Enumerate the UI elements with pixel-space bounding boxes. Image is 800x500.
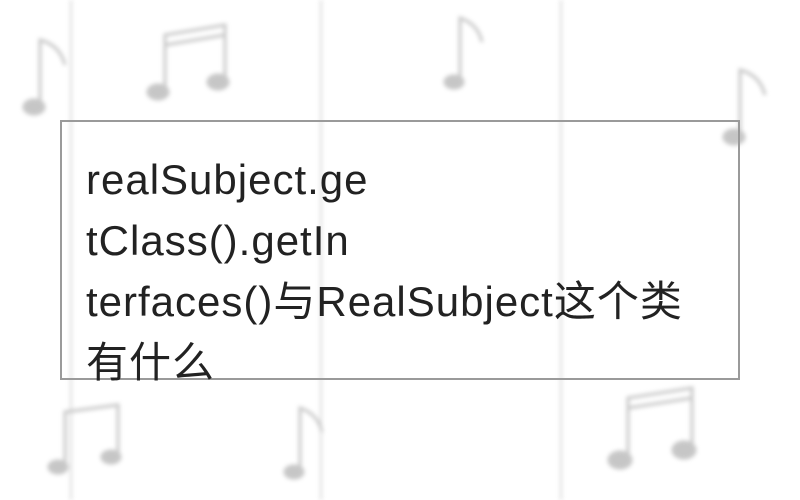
eighth-note-icon: [20, 30, 80, 120]
text-line-1: realSubject.ge: [86, 156, 369, 203]
beamed-notes-icon: [40, 400, 140, 485]
text-line-2: tClass().getIn: [86, 217, 350, 264]
question-text: realSubject.ge tClass().getIn terfaces()…: [86, 150, 714, 394]
beamed-notes-icon: [600, 380, 720, 480]
text-box: realSubject.ge tClass().getIn terfaces()…: [60, 120, 740, 380]
text-line-3: terfaces()与RealSubject这个类有什么: [86, 278, 683, 386]
beamed-notes-icon: [140, 20, 250, 110]
eighth-note-icon: [440, 10, 495, 95]
eighth-note-icon: [280, 400, 335, 485]
